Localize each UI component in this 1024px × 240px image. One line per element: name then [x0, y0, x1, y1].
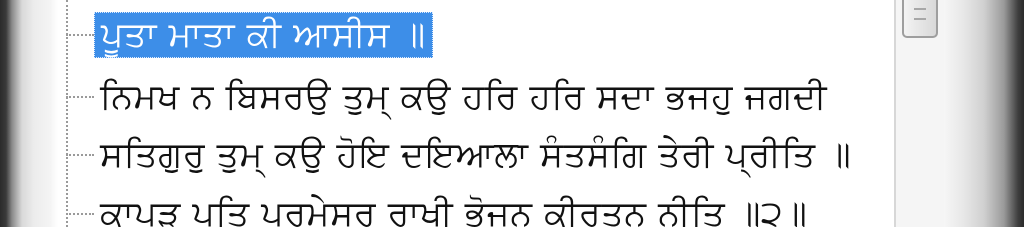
- tree-item[interactable]: ਕਾਪੜੁ ਪਤਿ ਪਰਮੇਸਰੁ ਰਾਖੀ ਭੋਜਨੁ ਕੀਰਤਨੁ ਨੀਤਿ…: [66, 190, 813, 227]
- tree-item[interactable]: ਸਤਿਗੁਰੁ ਤੁਮ੍ ਕਉ ਹੋਇ ਦਇਆਲਾ ਸੰਤਸੰਗਿ ਤੇਰੀ ਪ…: [66, 131, 857, 179]
- scrollbar-thumb-grip-icon[interactable]: [902, 0, 938, 38]
- tree-connector: [66, 213, 94, 215]
- tree-connector: [66, 96, 94, 98]
- tree-item[interactable]: ਨਿਮਖ ਨ ਬਿਸਰਉ ਤੁਮ੍ ਕਉ ਹਰਿ ਹਰਿ ਸਦਾ ਭਜਹੁ ਜਗ…: [66, 73, 833, 121]
- vertical-scrollbar[interactable]: [894, 0, 946, 227]
- tree-item-label: ਪੂਤਾ ਮਾਤਾ ਕੀ ਆਸੀਸ ॥: [94, 12, 433, 58]
- tree-connector: [66, 154, 94, 156]
- application-window: ਪੂਤਾ ਮਾਤਾ ਕੀ ਆਸੀਸ ॥ ਨਿਮਖ ਨ ਬਿਸਰਉ ਤੁਮ੍ ਕਉ…: [0, 0, 1024, 227]
- gurbani-tree-view[interactable]: ਪੂਤਾ ਮਾਤਾ ਕੀ ਆਸੀਸ ॥ ਨਿਮਖ ਨ ਬਿਸਰਉ ਤੁਮ੍ ਕਉ…: [58, 0, 894, 227]
- tree-item-label: ਕਾਪੜੁ ਪਤਿ ਪਰਮੇਸਰੁ ਰਾਖੀ ਭੋਜਨੁ ਕੀਰਤਨੁ ਨੀਤਿ…: [100, 194, 808, 227]
- left-window-frame: [0, 0, 58, 227]
- tree-item-label: ਸਤਿਗੁਰੁ ਤੁਮ੍ ਕਉ ਹੋਇ ਦਇਆਲਾ ਸੰਤਸੰਗਿ ਤੇਰੀ ਪ…: [100, 135, 852, 175]
- right-window-frame: [944, 0, 1024, 227]
- tree-item-label: ਨਿਮਖ ਨ ਬਿਸਰਉ ਤੁਮ੍ ਕਉ ਹਰਿ ਹਰਿ ਸਦਾ ਭਜਹੁ ਜਗ…: [100, 77, 828, 117]
- tree-item-selected[interactable]: ਪੂਤਾ ਮਾਤਾ ਕੀ ਆਸੀਸ ॥: [66, 11, 433, 59]
- tree-connector: [66, 34, 94, 36]
